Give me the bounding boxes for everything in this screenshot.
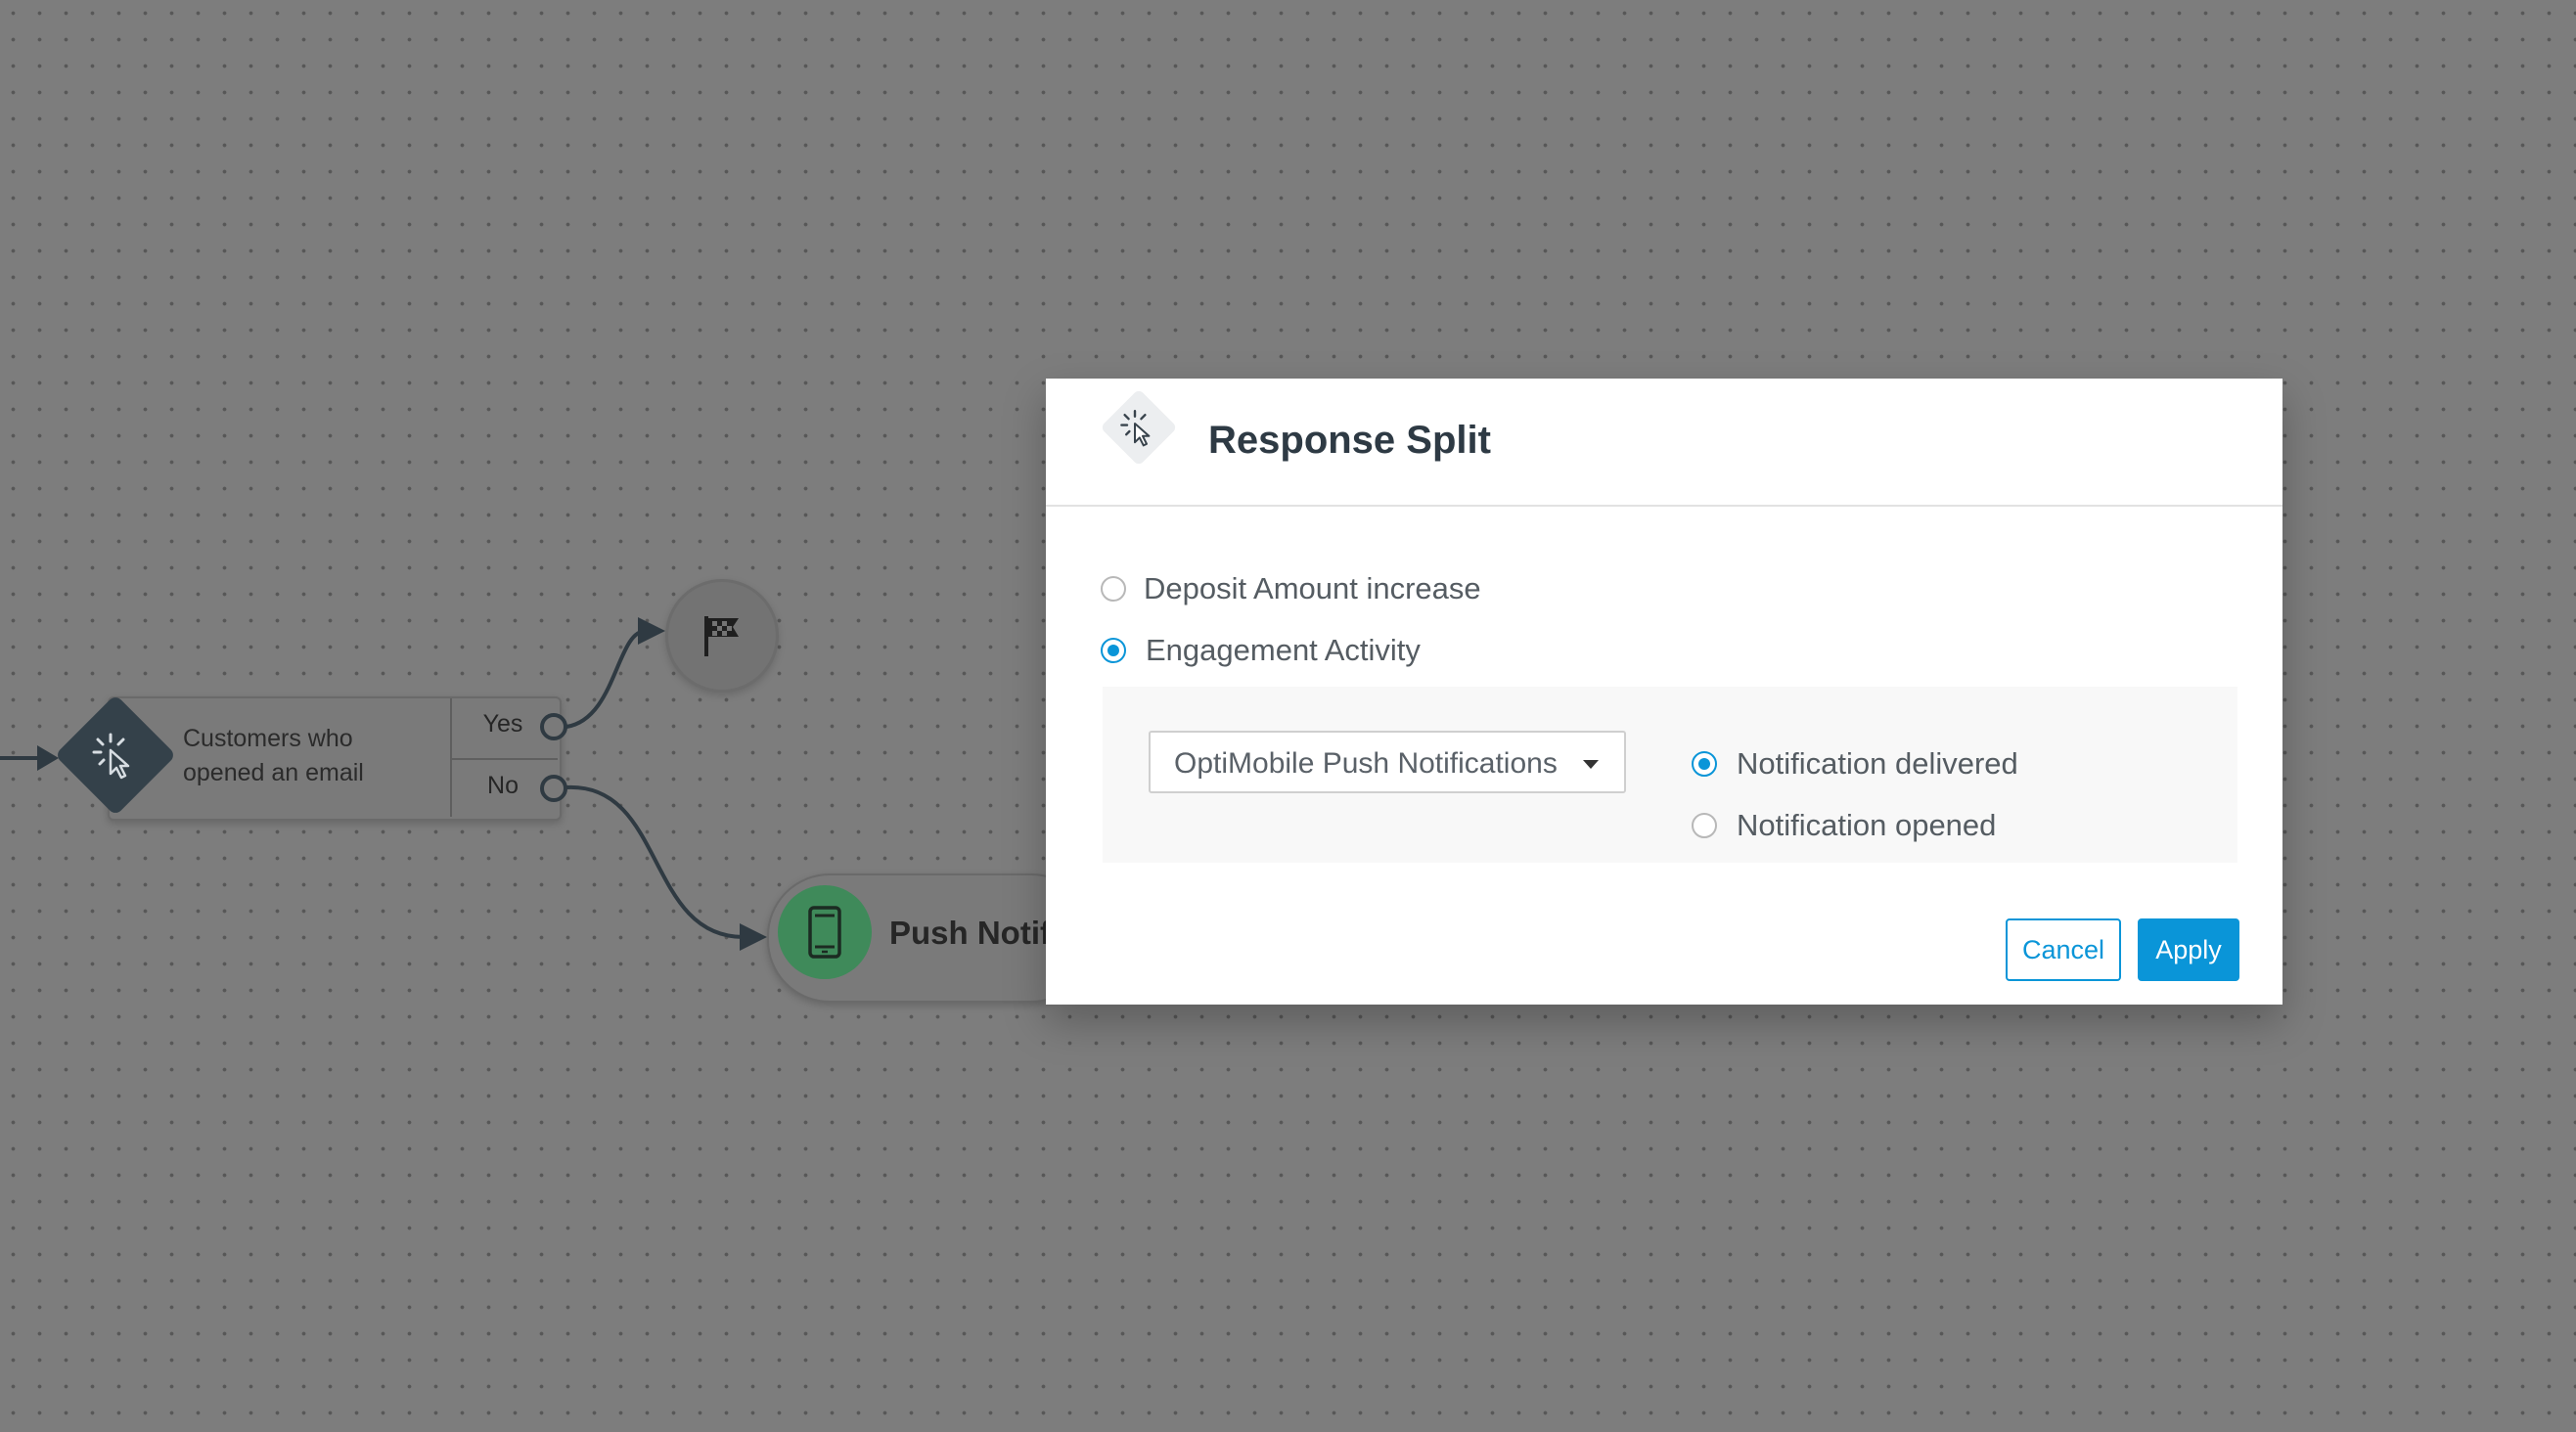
option-label: Notification delivered	[1737, 746, 2018, 781]
caret-down-icon	[1583, 760, 1599, 769]
branch-yes-label[interactable]: Yes	[456, 710, 550, 738]
radio-button[interactable]	[1101, 576, 1126, 602]
option-label: Engagement Activity	[1146, 633, 1421, 667]
yes-connector	[565, 629, 647, 729]
apply-button[interactable]: Apply	[2138, 918, 2239, 981]
no-arrow	[740, 923, 767, 951]
dialog-header: Response Split	[1046, 379, 2282, 507]
click-cursor-icon	[1105, 393, 1173, 462]
option-notification-opened[interactable]: Notification opened	[1692, 808, 1996, 843]
checkered-flag-icon	[704, 616, 739, 656]
push-notification-node-badge	[778, 885, 872, 979]
split-node-label-line2: opened an email	[183, 759, 364, 786]
push-notification-node-label: Push Notifi	[889, 915, 1061, 951]
click-cursor-icon	[72, 712, 158, 798]
radio-button-selected[interactable]	[1692, 751, 1717, 777]
channel-select[interactable]: OptiMobile Push Notifications	[1149, 731, 1626, 793]
option-engagement-activity[interactable]: Engagement Activity	[1101, 633, 1421, 668]
dialog-title: Response Split	[1208, 419, 1491, 462]
radio-button-selected[interactable]	[1101, 638, 1126, 663]
option-label: Notification opened	[1737, 808, 1997, 842]
incoming-arrow	[37, 745, 59, 771]
response-split-dialog: Response Split Deposit Amount increase E…	[1046, 379, 2282, 1005]
yes-arrow	[638, 617, 665, 645]
option-label: Deposit Amount increase	[1144, 571, 1481, 605]
end-node[interactable]	[665, 579, 779, 693]
radio-button[interactable]	[1692, 813, 1717, 838]
channel-select-value: OptiMobile Push Notifications	[1174, 747, 1558, 780]
option-notification-delivered[interactable]: Notification delivered	[1692, 746, 2018, 782]
split-node-label-line1: Customers who	[183, 725, 353, 752]
split-branch-divider	[452, 758, 558, 760]
no-connector	[565, 784, 745, 939]
split-node-label: Customers who opened an email	[183, 722, 437, 790]
branch-no-label[interactable]: No	[456, 772, 550, 800]
mobile-phone-icon	[808, 906, 841, 959]
option-deposit-amount-increase[interactable]: Deposit Amount increase	[1101, 571, 1481, 606]
cancel-button[interactable]: Cancel	[2006, 918, 2121, 981]
